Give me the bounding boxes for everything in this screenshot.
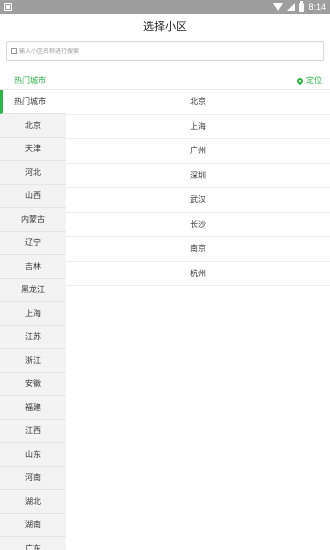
sidebar-item-hot-cities[interactable]: 热门城市 bbox=[0, 90, 66, 114]
sidebar-item[interactable]: 江西 bbox=[0, 420, 66, 443]
sidebar-item[interactable]: 天津 bbox=[0, 138, 66, 161]
sidebar-item[interactable]: 湖北 bbox=[0, 490, 66, 514]
hot-city-heading: 热门城市 bbox=[14, 76, 46, 85]
sidebar-item[interactable]: 湖南 bbox=[0, 514, 66, 537]
city-picker: 热门城市 北京 天津 河北 山西 内蒙古 辽宁 吉林 黑龙江 上海 江苏 浙江 安徽 福建 江西 山东 河南 湖北… bbox=[0, 90, 330, 550]
province-list[interactable]: 热门城市 北京 天津 河北 山西 内蒙古 辽宁 吉林 黑龙江 上海 江苏 浙江 安徽 福建 江西 山东 河南 湖北… bbox=[0, 90, 66, 550]
sidebar-item[interactable]: 河北 bbox=[0, 161, 66, 185]
wifi-icon bbox=[273, 3, 284, 11]
signal-icon bbox=[287, 3, 296, 11]
locate-label: 定位 bbox=[306, 76, 322, 85]
page-title: 选择小区 bbox=[143, 20, 187, 33]
sidebar-item[interactable]: 浙江 bbox=[0, 349, 66, 373]
location-pin-icon bbox=[295, 76, 305, 85]
city-item[interactable]: 北京 bbox=[66, 90, 330, 115]
sidebar-item[interactable]: 福建 bbox=[0, 396, 66, 420]
sidebar-item[interactable]: 山东 bbox=[0, 443, 66, 467]
sidebar-item[interactable]: 辽宁 bbox=[0, 232, 66, 255]
sidebar-item[interactable]: 江苏 bbox=[0, 326, 66, 349]
city-item[interactable]: 南京 bbox=[66, 237, 330, 262]
locate-button[interactable]: 定位 bbox=[295, 75, 322, 86]
search-box[interactable] bbox=[6, 41, 324, 61]
city-item[interactable]: 广州 bbox=[66, 139, 330, 164]
page-header: 选择小区 bbox=[0, 14, 330, 38]
status-bar: 8:14 bbox=[0, 0, 330, 14]
city-item[interactable]: 上海 bbox=[66, 115, 330, 139]
sidebar-item[interactable]: 上海 bbox=[0, 302, 66, 326]
status-time: 8:14 bbox=[308, 2, 326, 12]
sidebar-item[interactable]: 安徽 bbox=[0, 373, 66, 396]
sidebar-item[interactable]: 黑龙江 bbox=[0, 279, 66, 302]
status-bar-right: 8:14 bbox=[273, 0, 326, 12]
city-item[interactable]: 长沙 bbox=[66, 213, 330, 237]
city-item[interactable]: 杭州 bbox=[66, 262, 330, 286]
sidebar-item[interactable]: 广东 bbox=[0, 537, 66, 550]
search-icon bbox=[11, 48, 17, 54]
sidebar-item[interactable]: 内蒙古 bbox=[0, 208, 66, 232]
sidebar-item[interactable]: 吉林 bbox=[0, 255, 66, 279]
search-area bbox=[0, 38, 330, 72]
city-list: 北京 上海 广州 深圳 武汉 长沙 南京 杭州 bbox=[66, 90, 330, 550]
sidebar-item[interactable]: 北京 bbox=[0, 114, 66, 138]
sidebar-item[interactable]: 河南 bbox=[0, 467, 66, 490]
city-item[interactable]: 武汉 bbox=[66, 188, 330, 213]
battery-icon bbox=[299, 0, 305, 12]
city-item[interactable]: 深圳 bbox=[66, 164, 330, 188]
app-notification-icon bbox=[4, 3, 12, 11]
sidebar-item[interactable]: 山西 bbox=[0, 185, 66, 208]
search-input[interactable] bbox=[19, 47, 299, 55]
hot-city-bar: 热门城市 定位 bbox=[0, 72, 330, 90]
